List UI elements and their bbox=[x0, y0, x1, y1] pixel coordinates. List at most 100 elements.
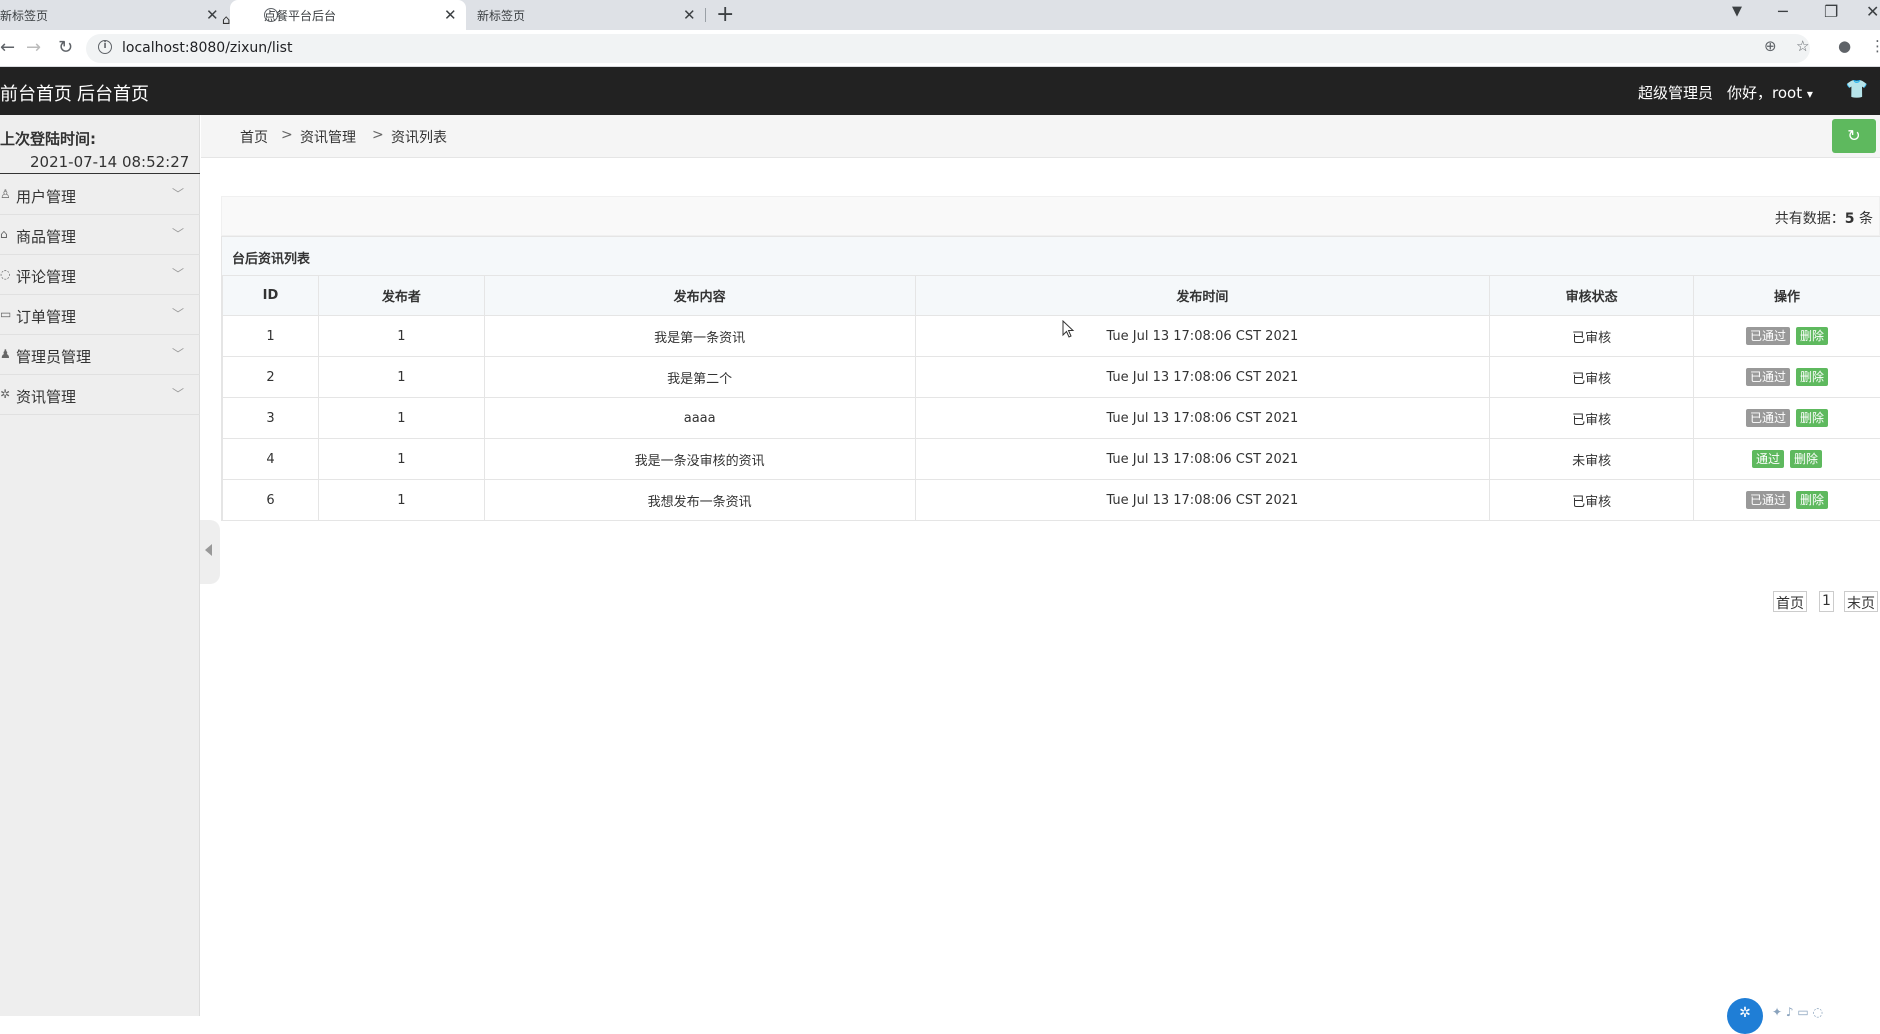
pagination-first[interactable]: 首页 bbox=[1773, 591, 1807, 612]
greeting-text: 你好，root bbox=[1727, 84, 1802, 102]
back-icon[interactable]: ← bbox=[0, 37, 15, 58]
cell-id: 2 bbox=[223, 357, 319, 398]
sidebar-item-comments[interactable]: ◌ 评论管理 ﹀ bbox=[0, 255, 200, 295]
sidebar: 上次登陆时间: 2021-07-14 08:52:27 ♙ 用户管理 ﹀ ⌂ 商… bbox=[0, 115, 200, 1016]
column-header: 审核状态 bbox=[1490, 276, 1694, 316]
minimize-icon[interactable]: ─ bbox=[1778, 2, 1788, 21]
close-icon[interactable]: ✕ bbox=[683, 6, 696, 24]
tab-title: 点餐平台后台 bbox=[264, 7, 336, 24]
close-icon[interactable]: ✕ bbox=[444, 6, 457, 24]
sidebar-item-label: 商品管理 bbox=[16, 226, 76, 247]
comment-icon: ◌ bbox=[0, 267, 10, 281]
browser-tab-bar: 新标签页 ✕ 点餐平台后台 ✕ 新标签页 ✕ + ▼ ─ ❐ ✕ bbox=[0, 0, 1880, 30]
column-header: 发布内容 bbox=[484, 276, 915, 316]
browser-tab-active[interactable]: 点餐平台后台 ✕ bbox=[230, 0, 466, 30]
role-label: 超级管理员 bbox=[1638, 82, 1713, 103]
back-home-link[interactable]: 后台首页 bbox=[77, 80, 149, 106]
user-menu[interactable]: 你好，root ▾ bbox=[1727, 82, 1813, 103]
browser-tab[interactable]: 新标签页 ✕ bbox=[0, 0, 228, 30]
data-count-text: 共有数据：5 条 bbox=[1775, 208, 1873, 228]
cell-status: 已审核 bbox=[1490, 480, 1694, 521]
sidebar-item-label: 管理员管理 bbox=[16, 346, 91, 367]
data-summary-bar: 共有数据：5 条 bbox=[221, 196, 1880, 236]
column-header: ID bbox=[223, 276, 319, 316]
chevron-down-icon: ﹀ bbox=[172, 265, 184, 282]
delete-button[interactable]: 删除 bbox=[1796, 409, 1828, 427]
chevron-down-icon: ﹀ bbox=[172, 185, 184, 202]
caret-left-icon bbox=[205, 544, 212, 556]
table-row: 11我是第一条资讯Tue Jul 13 17:08:06 CST 2021已审核… bbox=[223, 316, 1880, 357]
approve-button[interactable]: 通过 bbox=[1752, 450, 1784, 468]
divider bbox=[0, 173, 200, 174]
cell-publisher: 1 bbox=[318, 357, 484, 398]
cell-publisher: 1 bbox=[318, 316, 484, 357]
cell-time: Tue Jul 13 17:08:06 CST 2021 bbox=[915, 439, 1490, 480]
chevron-down-icon: ﹀ bbox=[172, 345, 184, 362]
approved-badge[interactable]: 已通过 bbox=[1746, 368, 1790, 386]
sidebar-item-users[interactable]: ♙ 用户管理 ﹀ bbox=[0, 175, 200, 215]
url-field[interactable]: i localhost:8080/zixun/list bbox=[86, 34, 1810, 63]
bag-icon: ⌂ bbox=[0, 227, 8, 241]
cell-actions: 已通过删除 bbox=[1694, 357, 1880, 398]
cell-publisher: 1 bbox=[318, 439, 484, 480]
mouse-cursor-icon bbox=[1062, 320, 1076, 340]
cell-time: Tue Jul 13 17:08:06 CST 2021 bbox=[915, 480, 1490, 521]
reload-icon[interactable]: ↻ bbox=[58, 37, 73, 58]
sidebar-item-admins[interactable]: ♟ 管理员管理 ﹀ bbox=[0, 335, 200, 375]
breadcrumb-separator: > bbox=[372, 127, 384, 143]
close-icon[interactable]: ✕ bbox=[206, 6, 219, 24]
column-header: 发布者 bbox=[318, 276, 484, 316]
front-home-link[interactable]: 前台首页 bbox=[0, 80, 72, 106]
approved-badge[interactable]: 已通过 bbox=[1746, 327, 1790, 345]
chevron-down-icon: ﹀ bbox=[172, 305, 184, 322]
delete-button[interactable]: 删除 bbox=[1796, 327, 1828, 345]
sidebar-item-news[interactable]: ✲ 资讯管理 ﹀ bbox=[0, 375, 200, 415]
sidebar-item-label: 资讯管理 bbox=[16, 386, 76, 407]
site-info-icon[interactable]: i bbox=[98, 40, 112, 54]
bookmark-star-icon[interactable]: ☆ bbox=[1796, 37, 1809, 55]
profile-icon[interactable]: ● bbox=[1838, 37, 1851, 55]
tray-icon[interactable]: ✦ ♪ ▭ ◌ bbox=[1772, 1005, 1823, 1019]
pagination-last[interactable]: 末页 bbox=[1844, 591, 1878, 612]
cell-time: Tue Jul 13 17:08:06 CST 2021 bbox=[915, 357, 1490, 398]
refresh-icon: ↻ bbox=[1847, 126, 1860, 145]
pagination-page[interactable]: 1 bbox=[1819, 591, 1834, 612]
news-table-panel: 台后资讯列表 ID 发布者 发布内容 发布时间 审核状态 操作 11我是第一条资… bbox=[221, 236, 1880, 521]
breadcrumb-news-management[interactable]: 资讯管理 bbox=[300, 127, 356, 147]
cell-publisher: 1 bbox=[318, 480, 484, 521]
restore-icon[interactable]: ❐ bbox=[1824, 2, 1838, 21]
delete-button[interactable]: 删除 bbox=[1796, 491, 1828, 509]
tab-search-icon[interactable]: ▼ bbox=[1732, 4, 1742, 19]
theme-shirt-icon[interactable]: 👕 bbox=[1846, 79, 1868, 100]
breadcrumb-home[interactable]: 首页 bbox=[240, 127, 268, 147]
data-count-value: 5 bbox=[1845, 211, 1855, 227]
window-close-icon[interactable]: ✕ bbox=[1866, 2, 1879, 21]
sidebar-collapse-toggle[interactable] bbox=[200, 520, 220, 584]
chevron-down-icon: ﹀ bbox=[172, 225, 184, 242]
chevron-down-icon: ﹀ bbox=[172, 385, 184, 402]
last-login-time: 2021-07-14 08:52:27 bbox=[30, 153, 189, 171]
table-caption: 台后资讯列表 bbox=[222, 236, 1880, 275]
cell-content: aaaa bbox=[484, 398, 915, 439]
delete-button[interactable]: 删除 bbox=[1796, 368, 1828, 386]
sidebar-item-label: 订单管理 bbox=[16, 306, 76, 327]
forward-icon[interactable]: → bbox=[26, 37, 41, 58]
refresh-button[interactable]: ↻ bbox=[1832, 119, 1876, 153]
cell-publisher: 1 bbox=[318, 398, 484, 439]
menu-icon[interactable]: ⋮ bbox=[1870, 37, 1880, 55]
user-icon: ♙ bbox=[0, 187, 11, 201]
url-text: localhost:8080/zixun/list bbox=[122, 40, 292, 56]
sidebar-item-products[interactable]: ⌂ 商品管理 ﹀ bbox=[0, 215, 200, 255]
approved-badge[interactable]: 已通过 bbox=[1746, 409, 1790, 427]
delete-button[interactable]: 删除 bbox=[1790, 450, 1822, 468]
column-header: 发布时间 bbox=[915, 276, 1490, 316]
browser-tab[interactable]: 新标签页 ✕ bbox=[468, 0, 704, 30]
assistant-bubble-icon[interactable]: ✲ bbox=[1727, 998, 1763, 1034]
table-header-row: ID 发布者 发布内容 发布时间 审核状态 操作 bbox=[223, 276, 1880, 316]
zoom-icon[interactable]: ⊕ bbox=[1764, 37, 1777, 55]
approved-badge[interactable]: 已通过 bbox=[1746, 491, 1790, 509]
sidebar-item-label: 评论管理 bbox=[16, 266, 76, 287]
sidebar-item-orders[interactable]: ▭ 订单管理 ﹀ bbox=[0, 295, 200, 335]
table-row: 21我是第二个Tue Jul 13 17:08:06 CST 2021已审核已通… bbox=[223, 357, 1880, 398]
new-tab-icon[interactable]: + bbox=[716, 2, 734, 27]
